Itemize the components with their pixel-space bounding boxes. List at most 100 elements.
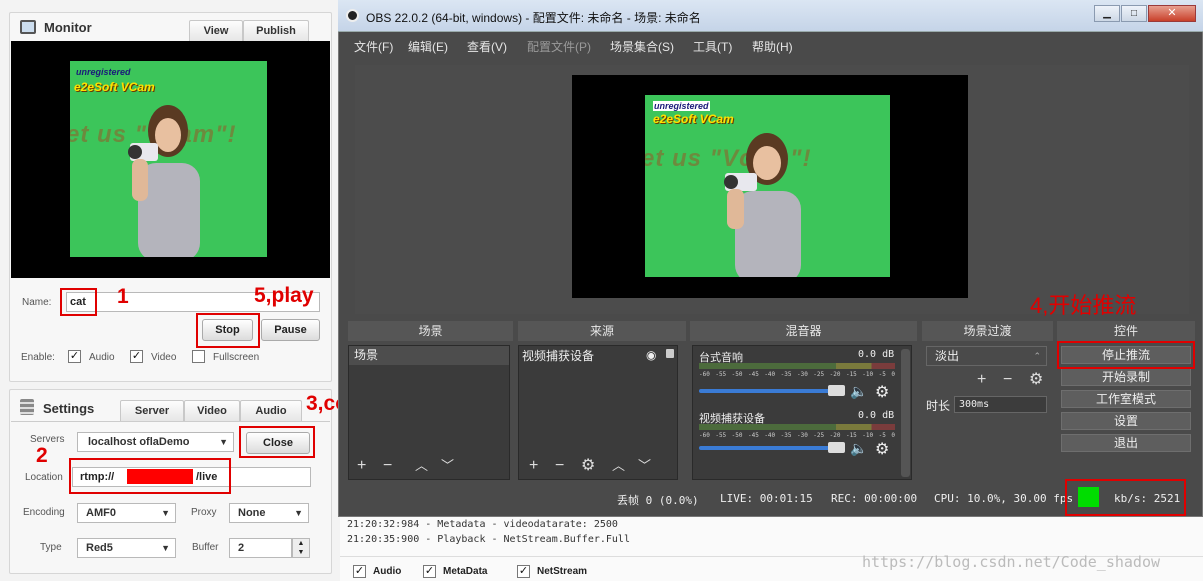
name-label: Name:	[22, 297, 52, 308]
menu-scene-collection[interactable]: 场景集合(S)	[610, 38, 674, 55]
audio-meter	[699, 363, 895, 369]
sources-list	[518, 345, 678, 480]
gear-icon[interactable]: ⚙	[875, 439, 889, 459]
remove-icon[interactable]: −	[555, 458, 564, 474]
gear-icon[interactable]: ⚙	[581, 458, 595, 474]
source-item[interactable]: 视频捕获设备	[522, 347, 594, 364]
servers-select[interactable]: localhost oflaDemo ▼	[77, 432, 234, 452]
log-audio-checkbox[interactable]: ✓	[353, 565, 366, 578]
speaker-icon[interactable]: 🔈	[850, 383, 867, 400]
meter-tick-label: -30	[796, 371, 808, 378]
audio-meter	[699, 424, 895, 430]
log-metadata-label: MetaData	[443, 566, 488, 577]
maximize-icon[interactable]: □	[1121, 5, 1147, 22]
presenter-figure	[724, 133, 801, 277]
chevron-down-icon: ⌃	[1033, 351, 1041, 361]
meter-tick-label: -60	[699, 371, 710, 378]
add-icon[interactable]: +	[529, 458, 538, 474]
meter-tick-label: -15	[845, 432, 857, 439]
meter-tick-label: -40	[764, 371, 776, 378]
eye-icon[interactable]: ◉	[646, 348, 656, 362]
gear-icon[interactable]: ⚙	[1029, 372, 1043, 388]
duration-input[interactable]: 300ms	[954, 396, 1047, 413]
annotation-box-status	[1065, 479, 1186, 516]
move-down-icon[interactable]: ﹀	[441, 458, 454, 474]
fullscreen-label: Fullscreen	[213, 352, 260, 363]
proxy-label: Proxy	[191, 507, 217, 518]
status-rec: REC: 00:00:00	[831, 492, 918, 505]
sources-dock-title: 来源	[518, 321, 686, 341]
meter-tick-label: -45	[747, 432, 759, 439]
meter-tick-label: -55	[715, 371, 727, 378]
fullscreen-checkbox[interactable]	[192, 350, 205, 363]
type-label: Type	[40, 542, 62, 553]
meter-tick-label: -30	[796, 432, 808, 439]
meter-tick-label: -5	[878, 432, 886, 439]
studio-mode-button[interactable]: 工作室模式	[1061, 390, 1191, 408]
mixer-scrollbar[interactable]	[901, 349, 910, 477]
menu-file[interactable]: 文件(F)	[354, 38, 393, 55]
move-up-icon[interactable]: ︿	[415, 458, 428, 474]
annotation-2: 2	[36, 444, 48, 467]
menu-tools[interactable]: 工具(T)	[693, 38, 732, 55]
add-icon[interactable]: +	[357, 458, 366, 474]
scene-item[interactable]: 场景	[349, 346, 509, 365]
annotation-box-stop	[196, 313, 260, 348]
volume-slider[interactable]	[699, 446, 845, 450]
type-select[interactable]: Red5 ▼	[77, 538, 176, 558]
remove-icon[interactable]: −	[383, 458, 392, 474]
volume-slider-handle[interactable]	[828, 442, 845, 453]
exit-button[interactable]: 退出	[1061, 434, 1191, 452]
menu-view[interactable]: 查看(V)	[467, 38, 507, 55]
annotation-box-stream	[1057, 341, 1195, 369]
buffer-input[interactable]: 2	[229, 538, 292, 558]
chevron-down-icon: ▼	[219, 437, 228, 447]
gear-icon[interactable]: ⚙	[875, 382, 889, 402]
start-recording-button[interactable]: 开始录制	[1061, 368, 1191, 386]
pause-button[interactable]: Pause	[261, 319, 320, 341]
menu-help[interactable]: 帮助(H)	[752, 38, 793, 55]
buffer-stepper[interactable]: ▲ ▼	[292, 538, 310, 558]
meter-tick-label: -25	[813, 432, 825, 439]
tab-video[interactable]: Video	[184, 400, 240, 421]
remove-icon[interactable]: −	[1003, 372, 1012, 388]
close-icon[interactable]: ✕	[1148, 5, 1196, 22]
buffer-label: Buffer	[192, 542, 219, 553]
proxy-select[interactable]: None ▼	[229, 503, 309, 523]
speaker-icon[interactable]: 🔈	[850, 440, 867, 457]
meter-tick-label: -15	[845, 371, 857, 378]
chevron-down-icon: ▼	[161, 543, 170, 553]
menu-edit[interactable]: 编辑(E)	[408, 38, 448, 55]
move-up-icon[interactable]: ︿	[612, 458, 625, 474]
log-netstream-checkbox[interactable]: ✓	[517, 565, 530, 578]
annotation-box-close	[239, 426, 315, 458]
meter-tick-label: -45	[747, 371, 759, 378]
audio-enable-checkbox[interactable]: ✓	[68, 350, 81, 363]
volume-slider-handle[interactable]	[828, 385, 845, 396]
encoding-select[interactable]: AMF0 ▼	[77, 503, 176, 523]
status-cpu: CPU: 10.0%, 30.00 fps	[934, 492, 1074, 505]
video-enable-checkbox[interactable]: ✓	[130, 350, 143, 363]
transition-select[interactable]: 淡出 ⌃	[926, 346, 1047, 366]
settings-button[interactable]: 设置	[1061, 412, 1191, 430]
volume-slider[interactable]	[699, 389, 845, 393]
tab-view[interactable]: View	[189, 20, 243, 41]
video-unregistered-text: unregistered	[653, 101, 710, 111]
menu-profile[interactable]: 配置文件(P)	[527, 38, 591, 55]
tab-publish[interactable]: Publish	[243, 20, 309, 41]
proxy-value: None	[238, 507, 266, 519]
move-down-icon[interactable]: ﹀	[638, 458, 651, 474]
video-unregistered-text: unregistered	[76, 67, 131, 77]
add-icon[interactable]: +	[977, 372, 986, 388]
meter-tick-label: -40	[764, 432, 776, 439]
tab-server[interactable]: Server	[120, 400, 184, 421]
presenter-figure	[128, 105, 200, 257]
transition-value: 淡出	[935, 349, 960, 363]
minimize-icon[interactable]: ▁	[1094, 5, 1120, 22]
tab-audio[interactable]: Audio	[240, 400, 302, 421]
transitions-dock-title: 场景过渡	[922, 321, 1053, 341]
log-metadata-checkbox[interactable]: ✓	[423, 565, 436, 578]
lock-icon[interactable]	[666, 349, 674, 358]
video-brand-text: e2eSoft VCam	[74, 80, 155, 94]
meter-tick-label: -20	[829, 432, 841, 439]
